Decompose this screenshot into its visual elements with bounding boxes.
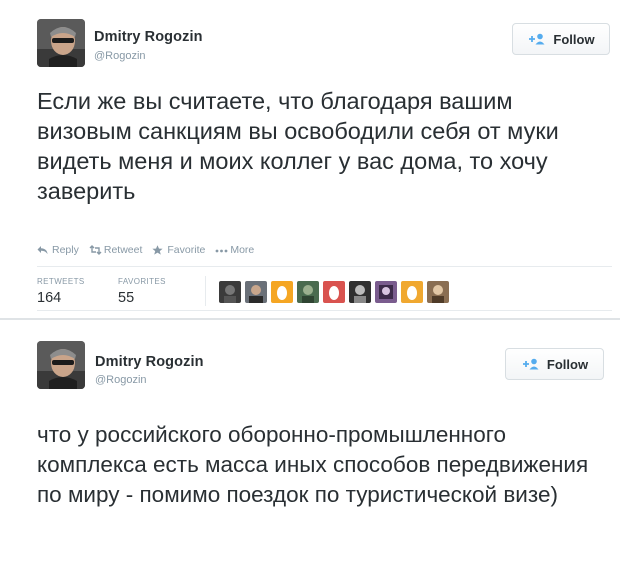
favoriter-avatar[interactable] <box>323 281 345 303</box>
retweet-icon <box>89 245 102 255</box>
follow-button[interactable]: Follow <box>512 23 610 55</box>
reply-icon <box>37 245 48 255</box>
divider <box>37 310 612 311</box>
favorites-label: FAVORITES <box>118 277 166 286</box>
tweet-actions: Reply Retweet Favorite More <box>37 244 254 256</box>
more-action[interactable]: More <box>215 244 254 256</box>
tweet-text: что у российского оборонно-промышленного… <box>37 422 589 507</box>
user-handle[interactable]: @Rogozin <box>94 50 146 62</box>
display-name[interactable]: Dmitry Rogozin <box>95 354 204 370</box>
reply-label: Reply <box>52 244 79 256</box>
favoriter-avatar[interactable] <box>297 281 319 303</box>
tweet-card: Dmitry Rogozin @Rogozin Follow что у рос… <box>0 320 620 568</box>
add-user-icon <box>527 33 547 45</box>
reply-action[interactable]: Reply <box>37 244 79 256</box>
favoriter-avatars <box>219 281 449 303</box>
favoriter-avatar[interactable] <box>245 281 267 303</box>
profile-avatar[interactable] <box>37 341 85 389</box>
retweets-count: 164 <box>37 290 62 306</box>
more-dots-icon <box>215 245 228 255</box>
display-name[interactable]: Dmitry Rogozin <box>94 29 203 45</box>
follow-label: Follow <box>553 31 595 47</box>
favoriter-avatar[interactable] <box>401 281 423 303</box>
stat-divider <box>205 276 206 306</box>
retweet-label: Retweet <box>103 244 143 256</box>
more-label: More <box>230 244 255 256</box>
retweet-action[interactable]: Retweet <box>89 244 143 256</box>
add-user-icon <box>521 358 541 370</box>
follow-label: Follow <box>546 356 589 372</box>
favorites-stat[interactable]: FAVORITES 55 <box>118 277 166 306</box>
favorite-label: Favorite <box>167 244 206 256</box>
favoriter-avatar[interactable] <box>375 281 397 303</box>
follow-button[interactable]: Follow <box>505 348 604 380</box>
favoriter-avatar[interactable] <box>219 281 241 303</box>
favoriter-avatar[interactable] <box>427 281 449 303</box>
tweet-card: Dmitry Rogozin @Rogozin Follow Если же в… <box>0 0 620 318</box>
divider <box>37 266 612 267</box>
user-handle[interactable]: @Rogozin <box>95 374 147 386</box>
star-icon <box>152 245 163 255</box>
favorites-count: 55 <box>118 290 135 306</box>
retweets-stat[interactable]: RETWEETS 164 <box>37 277 85 306</box>
favoriter-avatar[interactable] <box>349 281 371 303</box>
profile-avatar[interactable] <box>37 19 85 67</box>
retweets-label: RETWEETS <box>37 277 85 286</box>
favorite-action[interactable]: Favorite <box>152 244 205 256</box>
favoriter-avatar[interactable] <box>271 281 293 303</box>
tweet-text: Если же вы считаете, что благодаря вашим… <box>37 88 559 204</box>
